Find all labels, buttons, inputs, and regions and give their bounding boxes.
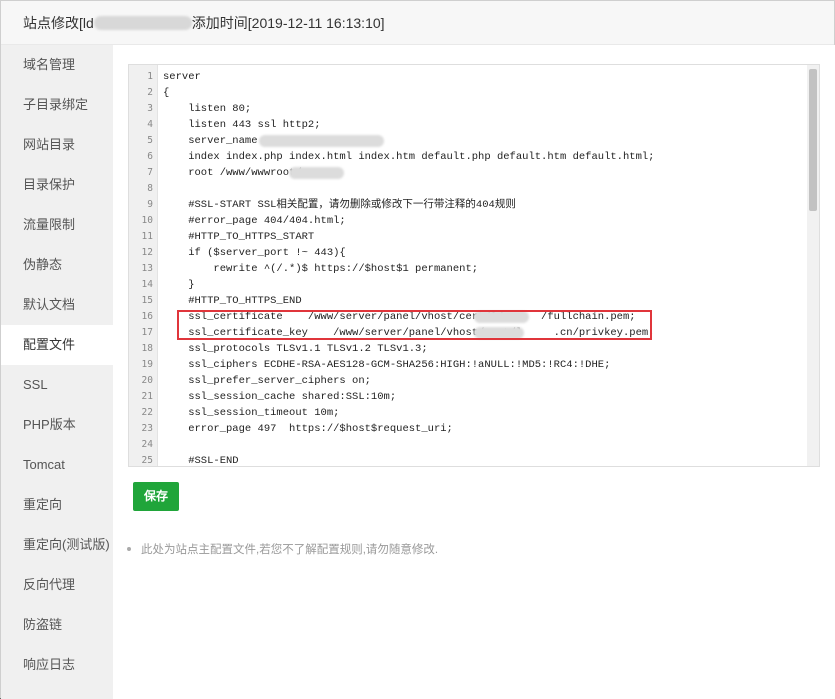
hint-text: 此处为站点主配置文件,若您不了解配置规则,请勿随意修改. <box>141 544 439 556</box>
code-line: ssl_session_timeout 10m; <box>163 407 340 419</box>
line-number: 2 <box>147 87 153 98</box>
code-line: #SSL-END <box>163 455 239 467</box>
line-number: 7 <box>147 167 153 178</box>
code-line: #HTTP_TO_HTTPS_START <box>163 231 315 243</box>
code-line: index index.php index.html index.htm def… <box>163 151 655 163</box>
config-hint: 此处为站点主配置文件,若您不了解配置规则,请勿随意修改. <box>127 541 438 557</box>
line-number: 8 <box>147 183 153 194</box>
redacted-domain <box>93 16 192 30</box>
line-number-gutter: 1 2 3 4 5 6 7 8 9 10 11 12 13 14 15 16 17 18 19 20 21 22 23 24 2… <box>129 65 158 466</box>
code-line: server <box>163 71 201 83</box>
line-number: 21 <box>141 391 153 402</box>
sidebar-item[interactable]: 目录保护 <box>1 165 113 205</box>
dialog-title: 站点修改[ld 添加时间[2019-12-11 16:13:10] <box>23 13 385 33</box>
code-line: root /www/wwwroot/ <box>163 167 302 179</box>
config-editor[interactable]: 1 2 3 4 5 6 7 8 9 10 11 12 13 14 15 16 17 18 19 20 21 22 23 24 2… <box>128 64 820 467</box>
site-edit-dialog: 站点修改[ld 添加时间[2019-12-11 16:13:10] 域名管理 子目录… <box>0 0 835 699</box>
line-number: 18 <box>141 343 153 354</box>
main-panel: 1 2 3 4 5 6 7 8 9 10 11 12 13 14 15 16 17 18 19 20 21 22 23 24 2… <box>113 45 835 699</box>
line-number: 1 <box>147 71 153 82</box>
sidebar: 域名管理 子目录绑定 网站目录 目录保护 流量限制 伪静态 默认文档 配置文件 SSL PHP版本… <box>1 45 113 699</box>
sidebar-item[interactable]: 重定向 <box>1 485 113 525</box>
sidebar-item[interactable]: 配置文件 <box>1 325 113 365</box>
sidebar-item[interactable]: 默认文档 <box>1 285 113 325</box>
close-button[interactable] <box>794 1 834 44</box>
line-number: 17 <box>141 327 153 338</box>
sidebar-item[interactable]: 流量限制 <box>1 205 113 245</box>
code-line: ssl_certificate_key /www/server/panel/vh… <box>163 327 655 339</box>
code-line: ssl_ciphers ECDHE-RSA-AES128-GCM-SHA256:… <box>163 359 611 371</box>
dialog-title-prefix: 站点修改[ld <box>23 15 94 31</box>
scrollbar-thumb[interactable] <box>809 69 817 211</box>
line-number: 16 <box>141 311 153 322</box>
line-number: 22 <box>141 407 153 418</box>
line-number: 15 <box>141 295 153 306</box>
sidebar-item[interactable]: 伪静态 <box>1 245 113 285</box>
sidebar-item[interactable]: 响应日志 <box>1 645 113 685</box>
line-number: 20 <box>141 375 153 386</box>
sidebar-item[interactable]: 重定向(测试版) <box>1 525 113 565</box>
sidebar-item[interactable]: PHP版本 <box>1 405 113 445</box>
dialog-titlebar: 站点修改[ld 添加时间[2019-12-11 16:13:10] <box>1 1 834 45</box>
code-line: ssl_session_cache shared:SSL:10m; <box>163 391 397 403</box>
line-number: 13 <box>141 263 153 274</box>
redacted-value <box>259 135 384 147</box>
sidebar-item[interactable]: 反向代理 <box>1 565 113 605</box>
line-number: 24 <box>141 439 153 450</box>
line-number: 14 <box>141 279 153 290</box>
line-number: 10 <box>141 215 153 226</box>
line-number: 11 <box>141 231 153 242</box>
code-line: { <box>163 87 170 99</box>
code-line: #error_page 404/404.html; <box>163 215 346 227</box>
code-line: error_page 497 https://$host$request_uri… <box>163 423 453 435</box>
line-number: 12 <box>141 247 153 258</box>
line-number: 25 <box>141 455 153 466</box>
code-line: listen 80; <box>163 103 252 115</box>
line-number: 19 <box>141 359 153 370</box>
bullet-icon <box>127 547 131 551</box>
sidebar-item[interactable]: SSL <box>1 365 113 405</box>
code-line: ssl_prefer_server_ciphers on; <box>163 375 371 387</box>
sidebar-item[interactable]: 子目录绑定 <box>1 85 113 125</box>
redacted-value <box>474 327 524 339</box>
line-number: 5 <box>147 135 153 146</box>
line-number: 4 <box>147 119 153 130</box>
sidebar-item[interactable]: 防盗链 <box>1 605 113 645</box>
line-number: 9 <box>147 199 153 210</box>
code-line: ssl_protocols TLSv1.1 TLSv1.2 TLSv1.3; <box>163 343 428 355</box>
code-line: listen 443 ssl http2; <box>163 119 321 131</box>
redacted-value <box>289 167 344 179</box>
redacted-value <box>474 311 529 323</box>
code-line: } <box>163 279 195 291</box>
code-line: rewrite ^(/.*)$ https://$host$1 permanen… <box>163 263 479 275</box>
sidebar-item[interactable]: Tomcat <box>1 445 113 485</box>
code-line: server_name <box>163 135 258 147</box>
code-line: #HTTP_TO_HTTPS_END <box>163 295 302 307</box>
line-number: 6 <box>147 151 153 162</box>
editor-scrollbar[interactable] <box>807 65 819 466</box>
line-number: 3 <box>147 103 153 114</box>
sidebar-item[interactable]: 域名管理 <box>1 45 113 85</box>
dialog-title-suffix: 添加时间[2019-12-11 16:13:10] <box>191 15 385 31</box>
line-number: 23 <box>141 423 153 434</box>
save-button[interactable]: 保存 <box>133 482 179 511</box>
code-line: ssl_certificate /www/server/panel/vhost/… <box>163 311 636 323</box>
code-line: if ($server_port !~ 443){ <box>163 247 346 259</box>
sidebar-item[interactable]: 网站目录 <box>1 125 113 165</box>
code-line: #SSL-START SSL相关配置，请勿删除或修改下一行带注释的404规则 <box>163 199 516 211</box>
